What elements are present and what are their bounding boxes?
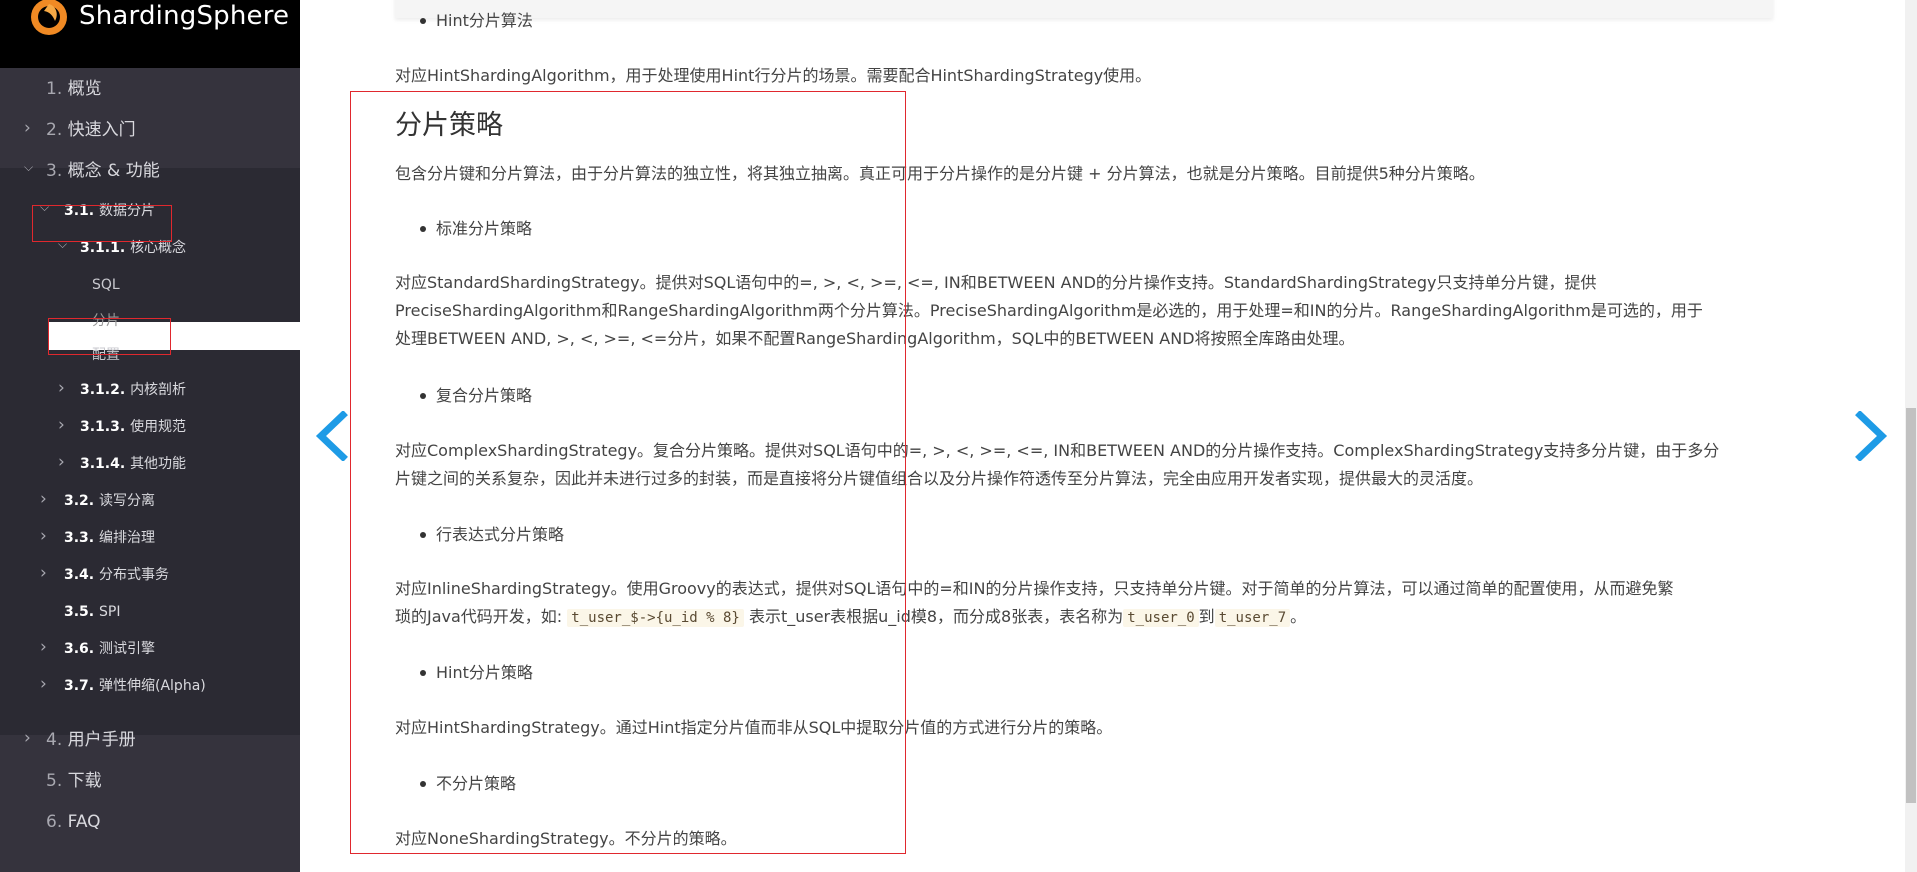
prev-page-arrow-icon[interactable] bbox=[313, 411, 353, 461]
bullet-dot bbox=[420, 18, 426, 24]
inline-text-c: 到 bbox=[1198, 607, 1215, 626]
sidebar-item-text: 1. 概览 bbox=[46, 74, 102, 104]
sidebar-item-label: 测试引擎 bbox=[99, 641, 155, 657]
next-page-arrow-icon[interactable] bbox=[1850, 411, 1890, 461]
sidebar-item-text: 3.1.2. 内核剖析 bbox=[80, 375, 186, 405]
chevron-right-icon[interactable]: › bbox=[40, 669, 47, 699]
sidebar-item-number: 3.6. bbox=[64, 641, 99, 657]
sidebar-item-label: SQL bbox=[92, 277, 120, 293]
sidebar-item-text: 6. FAQ bbox=[46, 807, 101, 837]
sidebar-item[interactable]: 5. 下载 bbox=[0, 766, 300, 796]
logo-bar[interactable]: ShardingSphere bbox=[0, 0, 300, 68]
chevron-right-icon[interactable]: › bbox=[58, 447, 65, 477]
sidebar-item-number: 2. bbox=[46, 120, 68, 140]
sidebar-item-text: 3.2. 读写分离 bbox=[64, 486, 155, 516]
sidebar-item[interactable]: › 3.4. 分布式事务 bbox=[0, 560, 300, 590]
sidebar-item[interactable]: 1. 概览 bbox=[0, 74, 300, 104]
sidebar-item-number: 4. bbox=[46, 730, 68, 750]
sidebar-item[interactable]: 6. FAQ bbox=[0, 807, 300, 837]
chevron-right-icon[interactable]: › bbox=[58, 410, 65, 440]
sidebar-item-label: 编排治理 bbox=[99, 530, 155, 546]
sidebar-item-label: 使用规范 bbox=[130, 419, 187, 435]
chevron-down-icon[interactable]: ⌵ bbox=[24, 152, 33, 182]
code-table-last: t_user_7 bbox=[1214, 609, 1291, 627]
chevron-right-icon[interactable]: › bbox=[40, 484, 47, 514]
sidebar-item-label: 下载 bbox=[67, 771, 102, 791]
sidebar-item[interactable]: 3.5. SPI bbox=[0, 597, 300, 627]
sidebar-item-label: 读写分离 bbox=[99, 493, 155, 509]
sidebar-item[interactable]: › 3.7. 弹性伸缩(Alpha) bbox=[0, 671, 300, 701]
sidebar-item-text: 3.4. 分布式事务 bbox=[64, 560, 169, 590]
sidebar-item-text: 3. 概念 & 功能 bbox=[46, 156, 160, 186]
hint-algorithm-desc: 对应HintShardingAlgorithm，用于处理使用Hint行分片的场景… bbox=[395, 66, 1152, 85]
sidebar-item-text: SQL bbox=[92, 270, 120, 300]
nav-band-bottom bbox=[0, 735, 300, 872]
sidebar-item-number: 3.4. bbox=[64, 567, 99, 583]
sidebar-item-label: 内核剖析 bbox=[130, 382, 187, 398]
sidebar: ShardingSphere 1. 概览 › 2. 快速入门 ⌵ 3. 概念 & 功能 ⌵… bbox=[0, 0, 300, 872]
sidebar-item-label: FAQ bbox=[67, 812, 101, 832]
sidebar-item-label: SPI bbox=[99, 604, 121, 620]
chevron-right-icon[interactable]: › bbox=[58, 373, 65, 403]
sidebar-item-text: 2. 快速入门 bbox=[46, 115, 136, 145]
sidebar-item-number: 3.7. bbox=[64, 678, 99, 694]
scrollbar-thumb[interactable] bbox=[1906, 408, 1916, 803]
sidebar-item-label: 快速入门 bbox=[67, 120, 136, 140]
sidebar-item-text: 3.6. 测试引擎 bbox=[64, 634, 155, 664]
sidebar-item-number: 3.3. bbox=[64, 530, 99, 546]
sidebar-item-text: 5. 下载 bbox=[46, 766, 102, 796]
chevron-right-icon[interactable]: › bbox=[40, 521, 47, 551]
sidebar-item-label: 核心概念 bbox=[130, 240, 187, 256]
chevron-right-icon[interactable]: › bbox=[40, 632, 47, 662]
docs-page: ShardingSphere 1. 概览 › 2. 快速入门 ⌵ 3. 概念 & 功能 ⌵… bbox=[0, 0, 1917, 872]
breadcrumb-bar bbox=[395, 0, 1773, 18]
sidebar-item-number: 1. bbox=[46, 79, 68, 99]
sidebar-item-text: 3.3. 编排治理 bbox=[64, 523, 155, 553]
bullet-hint-algorithm: Hint分片算法 bbox=[436, 11, 533, 30]
sidebar-item[interactable]: › 3.1.3. 使用规范 bbox=[0, 412, 300, 442]
sidebar-item-number: 5. bbox=[46, 771, 68, 791]
sidebar-item-number: 3.1.4. bbox=[80, 456, 131, 472]
sidebar-item[interactable]: SQL bbox=[0, 270, 300, 300]
inline-text-d: 。 bbox=[1290, 607, 1307, 626]
sidebar-item-label: 概览 bbox=[67, 79, 102, 99]
sidebar-item-text: 3.1.3. 使用规范 bbox=[80, 412, 186, 442]
sidebar-item[interactable]: › 3.1.4. 其他功能 bbox=[0, 449, 300, 479]
sidebar-item-label: 概念 & 功能 bbox=[67, 161, 160, 181]
brand-name: ShardingSphere bbox=[79, 1, 290, 31]
sidebar-item[interactable]: › 3.1.2. 内核剖析 bbox=[0, 375, 300, 405]
sidebar-item-number: 3. bbox=[46, 161, 68, 181]
sidebar-item[interactable]: › 3.2. 读写分离 bbox=[0, 486, 300, 516]
sidebar-item-label: 弹性伸缩(Alpha) bbox=[99, 678, 206, 694]
sidebar-item-number: 3.5. bbox=[64, 604, 99, 620]
sidebar-item-number: 6. bbox=[46, 812, 68, 832]
sidebar-item[interactable]: › 3.6. 测试引擎 bbox=[0, 634, 300, 664]
code-table-first: t_user_0 bbox=[1123, 609, 1199, 627]
sidebar-item-text: 4. 用户手册 bbox=[46, 725, 136, 755]
sidebar-item[interactable]: › 4. 用户手册 bbox=[0, 725, 300, 755]
sidebar-item-number: 3.2. bbox=[64, 493, 99, 509]
sidebar-item[interactable]: › 2. 快速入门 bbox=[0, 115, 300, 145]
sidebar-item-label: 分布式事务 bbox=[99, 567, 169, 583]
sidebar-item-text: 3.5. SPI bbox=[64, 597, 120, 627]
sidebar-item-number: 3.1.3. bbox=[80, 419, 131, 435]
sidebar-item[interactable]: › 3.3. 编排治理 bbox=[0, 523, 300, 553]
chevron-right-icon[interactable]: › bbox=[24, 113, 31, 143]
sidebar-item-number: 3.1.2. bbox=[80, 382, 131, 398]
sidebar-item-label: 用户手册 bbox=[67, 730, 136, 750]
sharding-logo-icon bbox=[31, 0, 67, 35]
sidebar-item[interactable]: ⌵ 3. 概念 & 功能 bbox=[0, 156, 300, 186]
chevron-right-icon[interactable]: › bbox=[40, 558, 47, 588]
sidebar-item-label: 其他功能 bbox=[130, 456, 187, 472]
highlight-box-sharding bbox=[48, 318, 171, 355]
sidebar-item-text: 3.1.4. 其他功能 bbox=[80, 449, 186, 479]
chevron-right-icon[interactable]: › bbox=[24, 723, 31, 753]
highlight-box-data-sharding bbox=[32, 205, 172, 242]
highlight-box-content bbox=[350, 91, 906, 854]
sidebar-item-number: 3.1.1. bbox=[80, 240, 131, 256]
sidebar-item-text: 3.7. 弹性伸缩(Alpha) bbox=[64, 671, 206, 701]
